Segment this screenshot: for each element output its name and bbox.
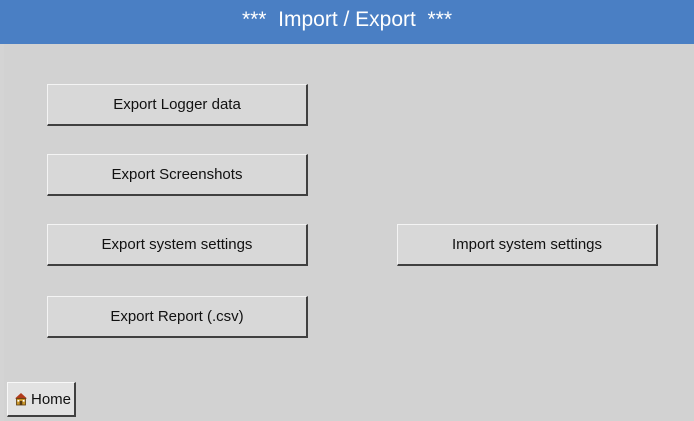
page-title: *** Import / Export *** [241, 8, 453, 31]
export-report-csv-button[interactable]: Export Report (.csv) [47, 296, 308, 338]
import-system-settings-button[interactable]: Import system settings [397, 224, 658, 266]
export-screenshots-label: Export Screenshots [111, 166, 243, 183]
home-icon [15, 393, 27, 406]
export-logger-data-label: Export Logger data [113, 96, 241, 113]
export-report-csv-label: Export Report (.csv) [110, 308, 244, 325]
import-system-settings-label: Import system settings [451, 236, 603, 253]
title-bar: *** Import / Export *** [0, 0, 694, 44]
export-system-settings-button[interactable]: Export system settings [47, 224, 308, 266]
home-label: Home [31, 390, 72, 408]
home-button[interactable]: Home [7, 382, 76, 417]
export-screenshots-button[interactable]: Export Screenshots [47, 154, 308, 196]
export-logger-data-button[interactable]: Export Logger data [47, 84, 308, 126]
export-system-settings-label: Export system settings [101, 236, 253, 253]
